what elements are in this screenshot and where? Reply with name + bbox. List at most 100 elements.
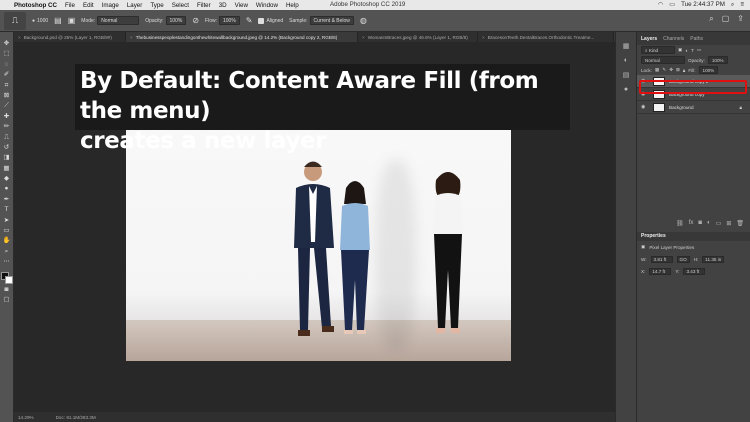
menu-app-name[interactable]: Photoshop CC — [14, 2, 57, 9]
move-tool-icon[interactable]: ✥ — [4, 40, 9, 48]
eraser-tool-icon[interactable]: ◨ — [3, 154, 9, 162]
y-field[interactable]: 3.43 ft — [683, 267, 706, 275]
add-mask-icon[interactable]: ◙ — [698, 220, 702, 230]
clone-source-icon[interactable]: ▣ — [68, 16, 76, 25]
clone-stamp-tool-icon[interactable]: ⎍ — [4, 11, 26, 30]
lock-position-icon[interactable]: ✥ — [669, 67, 673, 73]
menu-image[interactable]: Image — [102, 2, 119, 9]
layer-kind-filter[interactable]: ⌕ Kind — [641, 46, 675, 54]
pressure-opacity-icon[interactable]: ⊘ — [192, 16, 199, 25]
menu-layer[interactable]: Layer — [127, 2, 142, 9]
x-field[interactable]: 14.7 ft — [649, 267, 672, 275]
brush-preset-picker[interactable]: ● 1000 — [32, 18, 48, 24]
fill-field[interactable]: 100% — [698, 66, 719, 74]
marquee-tool-icon[interactable]: ⬚ — [3, 50, 9, 58]
new-group-icon[interactable]: ▭ — [716, 220, 722, 230]
menu-file[interactable]: File — [65, 2, 75, 9]
menu-select[interactable]: Select — [172, 2, 189, 9]
eyedropper-tool-icon[interactable]: ⟋ — [4, 102, 9, 110]
brush-tool-icon[interactable]: ✏ — [4, 123, 9, 131]
quick-mask-icon[interactable]: ◙ — [5, 286, 9, 294]
close-icon[interactable]: × — [482, 35, 485, 40]
menu-view[interactable]: View — [235, 2, 248, 9]
flow-field[interactable]: 100% — [218, 16, 240, 25]
healing-brush-tool-icon[interactable]: ✚ — [4, 113, 9, 121]
more-tools-icon[interactable]: ⋯ — [3, 258, 10, 266]
lock-artboard-icon[interactable]: ⊠ — [676, 67, 680, 73]
path-select-tool-icon[interactable]: ➤ — [4, 217, 9, 225]
color-panel-icon[interactable]: ● — [624, 86, 628, 93]
airbrush-icon[interactable]: ✎ — [246, 16, 253, 25]
filter-pixel-icon[interactable]: ▣ — [678, 47, 682, 53]
menu-window[interactable]: Window — [256, 2, 278, 9]
quick-select-tool-icon[interactable]: ✐ — [4, 71, 9, 79]
type-tool-icon[interactable]: T — [5, 206, 9, 214]
filter-type-icon[interactable]: T — [691, 48, 694, 53]
lock-all-icon[interactable]: 🔒︎ — [683, 68, 685, 73]
menu-3d[interactable]: 3D — [219, 2, 227, 9]
wifi-icon[interactable]: ◠ — [658, 1, 663, 9]
shape-tool-icon[interactable]: ▭ — [3, 227, 9, 235]
link-layers-icon[interactable]: ⛓ — [676, 220, 684, 230]
close-icon[interactable]: × — [130, 35, 133, 40]
visibility-eye-icon[interactable]: ◉ — [641, 104, 649, 110]
history-brush-tool-icon[interactable]: ↺ — [4, 144, 9, 152]
doc-tab-2[interactable]: × Thebusinesspeoplestandingonthewhitewal… — [126, 32, 358, 42]
gradient-tool-icon[interactable]: ▦ — [3, 165, 9, 173]
layer-name[interactable]: Background — [669, 105, 694, 110]
link-dimensions-button[interactable]: GO — [676, 255, 690, 263]
layer-row[interactable]: ◉ Background 🔒︎ — [637, 101, 750, 114]
background-color[interactable] — [4, 275, 13, 284]
libraries-panel-icon[interactable]: ▤ — [623, 71, 630, 79]
workspace-icon[interactable]: ▢ — [722, 14, 730, 24]
color-swatches[interactable] — [0, 271, 13, 284]
lasso-tool-icon[interactable]: ◌ — [5, 61, 9, 69]
filter-adjust-icon[interactable]: ◐ — [685, 48, 688, 53]
doc-tab-3[interactable]: × WomanInBraces.jpeg @ 46.6% (Layer 1, R… — [358, 32, 478, 42]
layer-opacity-field[interactable]: 100% — [707, 56, 728, 64]
battery-icon[interactable]: ▭ — [669, 1, 675, 9]
doc-tab-4[interactable]: × BracesonTeeth.DentalBraces.Orthodontic… — [478, 32, 614, 42]
dodge-tool-icon[interactable]: ● — [5, 185, 9, 193]
doc-size[interactable]: Doc: 81.1M/283.3M — [56, 415, 96, 420]
zoom-level[interactable]: 14.29% — [18, 415, 34, 420]
brush-settings-icon[interactable]: ▤ — [54, 16, 62, 25]
width-field[interactable]: 3.81 ft — [650, 255, 673, 263]
crop-tool-icon[interactable]: ⌗ — [5, 82, 9, 90]
share-icon[interactable]: ⇪ — [737, 14, 744, 24]
tab-channels[interactable]: Channels — [663, 36, 684, 42]
menu-list-icon[interactable]: ≡ — [740, 1, 744, 9]
adjustments-panel-icon[interactable]: ◐ — [624, 57, 628, 64]
menu-type[interactable]: Type — [150, 2, 163, 9]
tab-layers[interactable]: Layers — [641, 36, 657, 42]
lock-pixels-icon[interactable]: ✎ — [662, 67, 666, 73]
layer-style-icon[interactable]: fx — [689, 220, 694, 230]
document-image[interactable] — [126, 130, 511, 361]
doc-tab-1[interactable]: × Background.psd @ 25% (Layer 1, RGB/8#) — [14, 32, 126, 42]
opacity-field[interactable]: 100% — [165, 16, 187, 25]
clone-stamp-tool-icon[interactable]: ⎍ — [4, 134, 9, 142]
close-icon[interactable]: × — [362, 35, 365, 40]
search-icon[interactable]: ⌕ — [709, 14, 713, 24]
clock[interactable]: Tue 2:44:37 PM — [681, 1, 725, 9]
blur-tool-icon[interactable]: ◆ — [4, 175, 9, 183]
frame-tool-icon[interactable]: ⊠ — [4, 92, 9, 100]
history-panel-icon[interactable]: ▦ — [623, 42, 630, 50]
ignore-adjustment-icon[interactable]: ◍ — [360, 16, 367, 25]
screen-mode-icon[interactable]: ▢ — [3, 296, 9, 304]
mode-select[interactable]: Normal — [97, 16, 140, 25]
lock-transparent-icon[interactable]: ▩ — [655, 67, 659, 73]
filter-shape-icon[interactable]: ▭ — [697, 47, 701, 53]
hand-tool-icon[interactable]: ✋ — [2, 237, 10, 245]
delete-layer-icon[interactable]: 🗑︎ — [736, 220, 744, 230]
adjustment-layer-icon[interactable]: ◐ — [707, 220, 711, 230]
aligned-checkbox[interactable]: Aligned — [258, 17, 283, 24]
close-icon[interactable]: × — [18, 35, 21, 40]
blend-mode-select[interactable]: Normal — [641, 56, 685, 64]
menu-filter[interactable]: Filter — [197, 2, 211, 9]
height-field[interactable]: 11.35 in — [702, 255, 725, 263]
menu-edit[interactable]: Edit — [83, 2, 94, 9]
tab-paths[interactable]: Paths — [690, 36, 703, 42]
search-icon[interactable]: ⌕ — [731, 1, 734, 9]
pen-tool-icon[interactable]: ✒ — [4, 196, 9, 204]
